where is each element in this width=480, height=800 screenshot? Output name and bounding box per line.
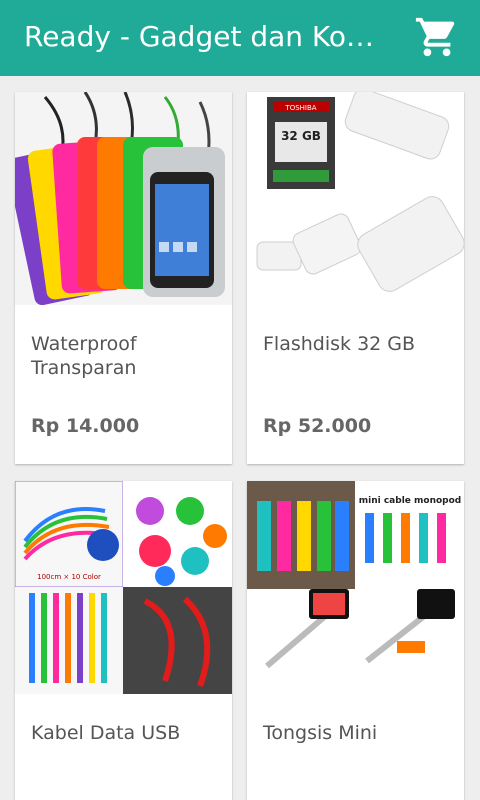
shopping-cart-icon[interactable] (414, 14, 460, 60)
product-card[interactable]: TOSHIBA 32 GB Flashdisk 32 GB Rp 52.000 (247, 92, 464, 464)
product-card[interactable]: mini cable monopod Tongsis Mini (247, 481, 464, 800)
flashdisk-brand-text: TOSHIBA (284, 104, 316, 112)
app-title: Ready - Gadget dan Ko… (24, 20, 375, 53)
product-image: TOSHIBA 32 GB (247, 92, 464, 305)
flashdisk-capacity-text: 32 GB (281, 129, 321, 143)
product-image: mini cable monopod (247, 481, 464, 694)
product-card[interactable]: 100cm × 10 Color Kabel Data USB (15, 481, 232, 800)
product-name: Flashdisk 32 GB (263, 333, 416, 355)
app-bar: Ready - Gadget dan Ko… (0, 0, 480, 76)
product-grid: Waterproof Transparan Rp 14.000 TOSHIBA … (0, 76, 480, 800)
product-name: Waterproof Transparan (31, 333, 137, 379)
cable-caption-text: 100cm × 10 Color (37, 573, 101, 581)
product-price: Rp 52.000 (263, 415, 372, 437)
product-name: Tongsis Mini (263, 722, 378, 744)
product-price: Rp 14.000 (31, 415, 140, 437)
product-image: 100cm × 10 Color (15, 481, 232, 694)
product-image (15, 92, 232, 305)
product-card[interactable]: Waterproof Transparan Rp 14.000 (15, 92, 232, 464)
monopod-caption-text: mini cable monopod (359, 496, 461, 506)
product-name: Kabel Data USB (31, 722, 181, 744)
